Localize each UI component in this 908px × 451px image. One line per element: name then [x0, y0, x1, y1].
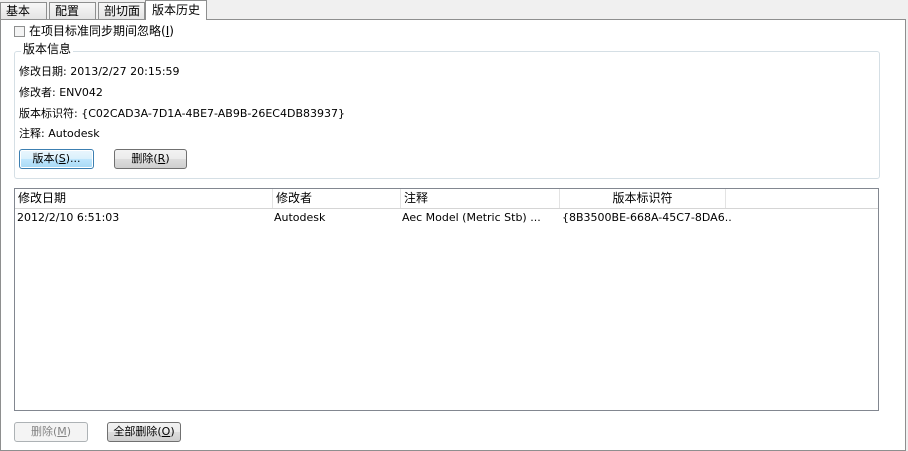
- modified-date-line: 修改日期: 2013/2/27 20:15:59: [19, 65, 180, 78]
- checkbox-box[interactable]: [14, 26, 25, 37]
- version-info-legend: 版本信息: [21, 42, 74, 57]
- ignore-during-sync-checkbox[interactable]: 在项目标准同步期间忽略(I): [14, 24, 174, 39]
- tab-section[interactable]: 剖切面: [98, 2, 145, 19]
- checkbox-label: 在项目标准同步期间忽略: [29, 24, 162, 38]
- row-comment: Aec Model (Metric Stb) ...: [402, 211, 541, 224]
- modifier-value: ENV042: [59, 86, 103, 99]
- tab-basic[interactable]: 基本: [0, 2, 47, 19]
- tab-strip: 基本 配置 剖切面 版本历史: [0, 0, 908, 20]
- version-history-table[interactable]: 修改日期 修改者 注释 版本标识符 2012/2/10 6:51:03 Auto…: [14, 188, 879, 411]
- tab-version-history[interactable]: 版本历史: [145, 0, 207, 20]
- tab-config[interactable]: 配置: [49, 2, 96, 19]
- modified-date-value: 2013/2/27 20:15:59: [70, 65, 180, 78]
- delete-history-button[interactable]: 删除(M): [14, 422, 88, 442]
- version-id-value: {C02CAD3A-7D1A-4BE7-AB9B-26EC4DB83937}: [81, 107, 345, 120]
- delete-version-button[interactable]: 删除(R): [114, 149, 187, 169]
- comment-value: Autodesk: [48, 127, 100, 140]
- modifier-line: 修改者: ENV042: [19, 86, 103, 99]
- row-date: 2012/2/10 6:51:03: [17, 211, 120, 224]
- column-modifier[interactable]: 修改者: [273, 189, 401, 208]
- version-button[interactable]: 版本(S)...: [19, 149, 94, 169]
- table-header: 修改日期 修改者 注释 版本标识符: [15, 189, 878, 209]
- column-version-id[interactable]: 版本标识符: [560, 189, 726, 208]
- table-row[interactable]: 2012/2/10 6:51:03 Autodesk Aec Model (Me…: [15, 209, 878, 227]
- comment-line: 注释: Autodesk: [19, 127, 100, 140]
- column-modified-date[interactable]: 修改日期: [15, 189, 273, 208]
- column-comment[interactable]: 注释: [401, 189, 560, 208]
- row-modifier: Autodesk: [274, 211, 326, 224]
- row-version-id: {8B3500BE-668A-45C7-8DA6...: [562, 211, 732, 224]
- version-id-line: 版本标识符: {C02CAD3A-7D1A-4BE7-AB9B-26EC4DB8…: [19, 107, 345, 120]
- delete-all-button[interactable]: 全部删除(O): [107, 422, 181, 442]
